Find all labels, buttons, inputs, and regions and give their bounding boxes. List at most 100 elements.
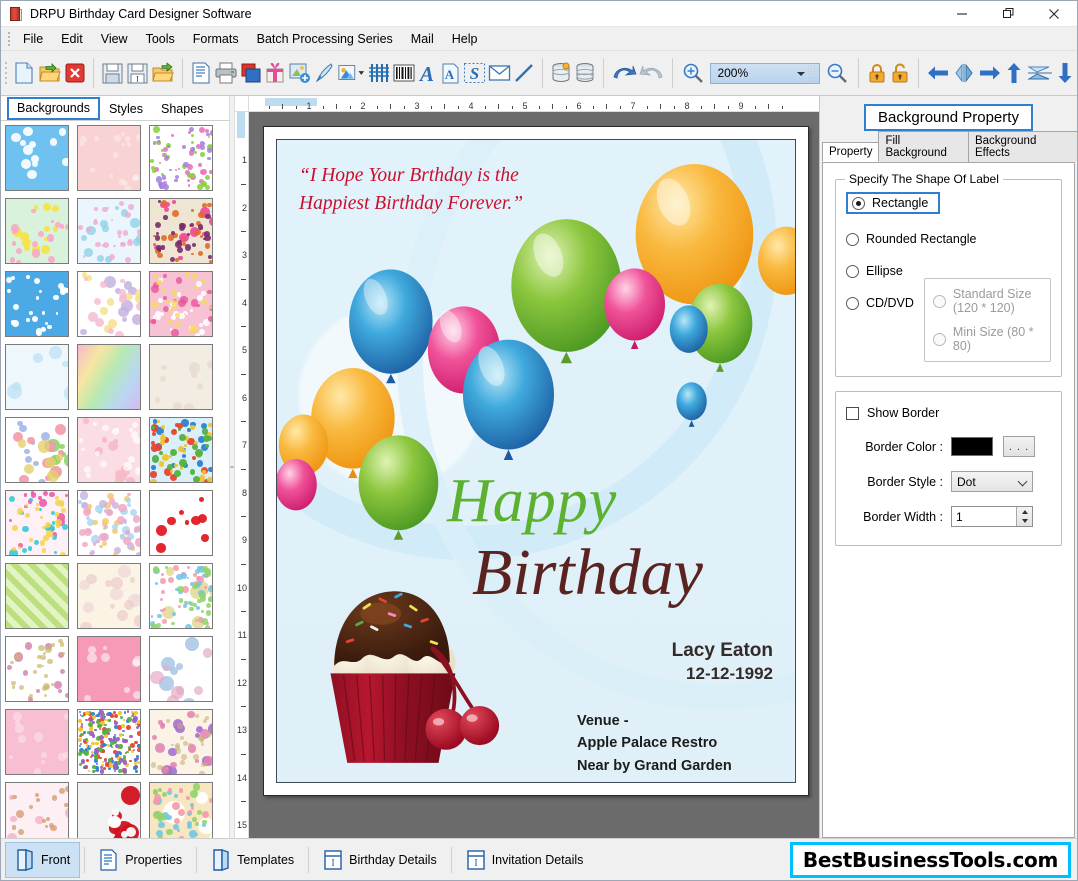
watermark-icon[interactable] [366, 56, 392, 90]
text-box-icon[interactable]: A [439, 56, 462, 90]
radio-rounded-rectangle[interactable] [846, 232, 859, 246]
border-width-stepper[interactable]: 1 [951, 506, 1033, 527]
shape-option-rectangle-row[interactable]: Rectangle [846, 192, 1051, 214]
status-button-front[interactable]: Front [5, 841, 81, 878]
line-icon[interactable] [512, 56, 536, 90]
tab-background-effects[interactable]: Background Effects [967, 131, 1078, 162]
lock-icon[interactable] [865, 56, 888, 90]
database-add-icon[interactable] [549, 56, 573, 90]
background-thumbnail[interactable] [149, 563, 213, 629]
background-thumbnail[interactable] [77, 125, 141, 191]
minimize-button[interactable] [939, 1, 985, 27]
background-thumbnail[interactable] [149, 344, 213, 410]
background-thumbnail[interactable] [149, 636, 213, 702]
background-thumbnail[interactable] [5, 125, 69, 191]
align-center-vertical-icon[interactable] [1026, 56, 1054, 90]
card-paper[interactable]: “I Hope Your Brthday is the Happiest Bir… [263, 126, 809, 796]
shape-option-ellipse-row[interactable]: Ellipse [846, 264, 914, 278]
align-bottom-icon[interactable] [1054, 56, 1077, 90]
add-image-icon[interactable] [287, 56, 312, 90]
card-birthday-text[interactable]: Birthday [472, 540, 703, 606]
database-icon[interactable] [573, 56, 597, 90]
pen-icon[interactable] [312, 56, 336, 90]
background-thumbnail[interactable] [5, 271, 69, 337]
menu-formats[interactable]: Formats [184, 29, 248, 49]
spinner-down-button[interactable] [1017, 517, 1032, 527]
background-thumbnail-list[interactable] [1, 120, 229, 838]
menu-tools[interactable]: Tools [137, 29, 184, 49]
background-thumbnail[interactable] [5, 563, 69, 629]
radio-ellipse[interactable] [846, 264, 859, 278]
tab-fill-background[interactable]: Fill Background [878, 131, 969, 162]
new-document-icon[interactable] [11, 56, 37, 90]
background-thumbnail[interactable] [149, 271, 213, 337]
background-thumbnail[interactable] [5, 490, 69, 556]
status-button-properties[interactable]: Properties [89, 842, 192, 878]
border-width-spin-buttons[interactable] [1016, 507, 1032, 526]
save-icon[interactable] [100, 56, 125, 90]
zoom-out-icon[interactable] [822, 56, 852, 90]
background-thumbnail[interactable] [5, 636, 69, 702]
card-person-block[interactable]: Lacy Eaton 12-12-1992 [672, 640, 773, 684]
background-thumbnail[interactable] [149, 125, 213, 191]
background-thumbnail[interactable] [149, 709, 213, 775]
text-a-icon[interactable]: A [416, 56, 439, 90]
background-thumbnail[interactable] [77, 271, 141, 337]
tab-property[interactable]: Property [822, 142, 880, 162]
align-center-horizontal-icon[interactable] [951, 56, 977, 90]
card-happy-text[interactable]: Happy [447, 470, 617, 532]
save-as-icon[interactable]: I [125, 56, 150, 90]
export-folder-icon[interactable] [150, 56, 176, 90]
background-thumbnail[interactable] [5, 782, 69, 838]
close-red-x-icon[interactable] [63, 56, 87, 90]
status-button-birthday-details[interactable]: I Birthday Details [313, 842, 447, 878]
menu-batch-processing-series[interactable]: Batch Processing Series [248, 29, 402, 49]
card-quote[interactable]: “I Hope Your Brthday is the Happiest Bir… [299, 162, 599, 219]
align-right-icon[interactable] [977, 56, 1003, 90]
border-color-browse-button[interactable]: . . . [1003, 436, 1035, 457]
close-button[interactable] [1031, 1, 1077, 27]
zoom-level-combobox[interactable]: 200% [710, 62, 821, 84]
page-setup-icon[interactable] [189, 56, 213, 90]
align-left-icon[interactable] [925, 56, 951, 90]
background-thumbnail[interactable] [5, 709, 69, 775]
background-thumbnail[interactable] [77, 636, 141, 702]
zoom-in-icon[interactable] [678, 56, 708, 90]
background-thumbnail[interactable] [149, 198, 213, 264]
gift-box-icon[interactable] [263, 56, 287, 90]
menu-mail[interactable]: Mail [402, 29, 443, 49]
align-top-icon[interactable] [1003, 56, 1026, 90]
tab-styles[interactable]: Styles [100, 99, 152, 120]
open-folder-icon[interactable] [37, 56, 63, 90]
card-venue-block[interactable]: Venue - Apple Palace Restro Near by Gran… [577, 710, 732, 777]
background-thumbnail[interactable] [5, 198, 69, 264]
background-thumbnail[interactable] [77, 490, 141, 556]
menu-view[interactable]: View [92, 29, 137, 49]
shape-option-rounded-rectangle-row[interactable]: Rounded Rectangle [846, 232, 1051, 246]
print-icon[interactable] [213, 56, 239, 90]
chevron-down-icon[interactable] [797, 71, 806, 76]
background-thumbnail[interactable] [149, 417, 213, 483]
status-button-templates[interactable]: Templates [201, 842, 304, 878]
work-area[interactable]: “I Hope Your Brthday is the Happiest Bir… [249, 112, 819, 838]
tab-backgrounds[interactable]: Backgrounds [7, 97, 100, 120]
background-thumbnail[interactable] [77, 782, 141, 838]
background-thumbnail[interactable] [149, 782, 213, 838]
signature-s-icon[interactable]: S [462, 56, 487, 90]
background-thumbnail[interactable] [5, 417, 69, 483]
background-thumbnail[interactable] [5, 344, 69, 410]
spinner-up-button[interactable] [1017, 507, 1032, 517]
background-thumbnail[interactable] [149, 490, 213, 556]
background-thumbnail[interactable] [77, 198, 141, 264]
show-border-row[interactable]: Show Border [846, 406, 1051, 420]
redo-icon[interactable] [638, 56, 666, 90]
menu-help[interactable]: Help [443, 29, 487, 49]
background-thumbnail[interactable] [77, 417, 141, 483]
border-style-select[interactable]: Dot [951, 471, 1033, 492]
shape-picture-dropdown-icon[interactable] [336, 56, 366, 90]
radio-rectangle[interactable] [852, 196, 865, 210]
status-button-invitation-details[interactable]: I Invitation Details [456, 842, 594, 878]
menu-file[interactable]: File [14, 29, 52, 49]
unlock-icon[interactable] [888, 56, 911, 90]
menu-edit[interactable]: Edit [52, 29, 92, 49]
